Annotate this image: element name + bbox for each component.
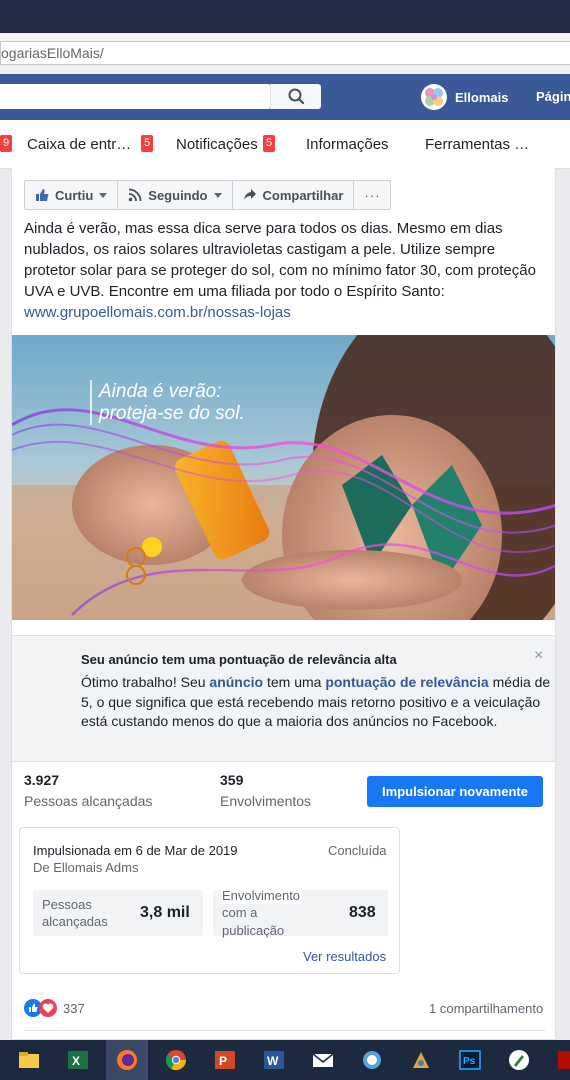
svg-text:Ps: Ps bbox=[463, 1056, 476, 1067]
mail-icon[interactable] bbox=[311, 1048, 335, 1072]
see-results-link[interactable]: Ver resultados bbox=[303, 949, 386, 964]
ad-link[interactable]: anúncio bbox=[209, 674, 263, 690]
boost-again-button[interactable]: Impulsionar novamente bbox=[367, 776, 543, 807]
facebook-top-bar: Ellomais Págin bbox=[0, 74, 570, 120]
notifications-badge: 5 bbox=[263, 135, 275, 152]
address-bar[interactable]: ogariasElloMais/ bbox=[0, 41, 570, 65]
tab-tools[interactable]: Ferramentas … bbox=[425, 136, 529, 153]
paint-icon[interactable] bbox=[409, 1048, 433, 1072]
tab-inbox[interactable]: Caixa de entr… bbox=[27, 136, 131, 153]
word-icon[interactable]: W bbox=[262, 1048, 286, 1072]
profile-link[interactable]: Ellomais bbox=[421, 83, 508, 111]
reach-label: Pessoas alcançadas bbox=[24, 793, 153, 809]
network-icon[interactable] bbox=[360, 1048, 384, 1072]
firefox-icon[interactable] bbox=[115, 1048, 139, 1072]
image-caption-line-2: proteja-se do sol. bbox=[98, 403, 245, 424]
post-actions: Curtiu Seguindo Compartilhar ··· bbox=[24, 180, 392, 210]
photoshop-icon[interactable]: Ps bbox=[458, 1048, 482, 1072]
pen-tool-icon[interactable] bbox=[507, 1048, 531, 1072]
boosted-date: Impulsionada em 6 de Mar de 2019 bbox=[33, 843, 238, 858]
search-button[interactable] bbox=[270, 84, 321, 109]
close-icon[interactable]: × bbox=[534, 647, 543, 665]
follow-button[interactable]: Seguindo bbox=[118, 181, 233, 209]
shares-count[interactable]: 1 compartilhamento bbox=[429, 1001, 543, 1016]
page-subnav: 9 Caixa de entr… 5 Notificações 5 Inform… bbox=[0, 120, 570, 169]
follow-label: Seguindo bbox=[148, 187, 208, 203]
post-card: Curtiu Seguindo Compartilhar ··· Ainda é… bbox=[11, 168, 556, 1040]
page-link[interactable]: Págin bbox=[536, 89, 570, 104]
engagement-value: 359 bbox=[220, 772, 244, 788]
reaction-count: 337 bbox=[63, 1000, 85, 1016]
search-input[interactable] bbox=[0, 84, 270, 109]
like-button[interactable]: Curtiu bbox=[25, 181, 119, 209]
tab-notifications[interactable]: Notificações bbox=[176, 136, 258, 153]
chevron-down-icon bbox=[99, 192, 108, 198]
powerpoint-icon[interactable]: P bbox=[213, 1048, 237, 1072]
profile-name: Ellomais bbox=[455, 89, 509, 105]
post-image[interactable]: Ainda é verão: proteja-se do sol. bbox=[12, 335, 555, 620]
svg-text:W: W bbox=[267, 1054, 279, 1068]
share-label: Compartilhar bbox=[262, 187, 344, 203]
browser-toolbar: ogariasElloMais/ bbox=[0, 33, 570, 75]
metric-reach: Pessoas alcançadas 3,8 mil bbox=[33, 890, 203, 936]
excel-icon[interactable]: X bbox=[66, 1048, 90, 1072]
share-button[interactable]: Compartilhar bbox=[233, 181, 355, 209]
divider bbox=[24, 1030, 545, 1031]
love-reaction-icon bbox=[39, 999, 57, 1017]
post-link[interactable]: www.grupoellomais.com.br/nossas-lojas bbox=[24, 304, 291, 321]
file-explorer-icon[interactable] bbox=[17, 1048, 41, 1072]
rss-icon bbox=[128, 188, 142, 202]
image-caption-line-1: Ainda é verão: bbox=[98, 381, 222, 402]
avatar bbox=[421, 84, 447, 110]
svg-text:X: X bbox=[72, 1054, 80, 1068]
boost-summary: Impulsionada em 6 de Mar de 2019 De Ello… bbox=[19, 827, 400, 974]
reactions-summary[interactable]: 337 bbox=[24, 999, 85, 1017]
more-icon: ··· bbox=[364, 187, 381, 203]
taskbar: X P W Ps bbox=[0, 1040, 570, 1080]
status-badge: Concluída bbox=[328, 843, 387, 858]
window-titlebar bbox=[0, 0, 570, 33]
like-label: Curtiu bbox=[55, 187, 94, 203]
post-text: Ainda é verão, mas essa dica serve para … bbox=[24, 218, 544, 323]
chrome-icon[interactable] bbox=[164, 1048, 188, 1072]
more-options-button[interactable]: ··· bbox=[354, 181, 390, 209]
tab-insights[interactable]: Informações bbox=[306, 136, 389, 153]
engagement-label: Envolvimentos bbox=[220, 793, 312, 809]
notice-title: Seu anúncio tem uma pontuação de relevân… bbox=[81, 652, 397, 667]
relevance-score-link[interactable]: pontuação de relevância bbox=[325, 674, 488, 690]
boosted-by: De Ellomais Adms bbox=[33, 860, 139, 875]
pdf-icon[interactable] bbox=[556, 1048, 570, 1072]
reach-value: 3.927 bbox=[24, 772, 60, 788]
post-body: Ainda é verão, mas essa dica serve para … bbox=[24, 220, 536, 300]
chevron-down-icon bbox=[213, 192, 222, 198]
notification-badge: 9 bbox=[0, 135, 12, 152]
svg-text:P: P bbox=[219, 1054, 227, 1068]
search-icon bbox=[288, 88, 305, 105]
thumbs-up-icon bbox=[36, 189, 49, 201]
relevance-notice: Seu anúncio tem uma pontuação de relevân… bbox=[12, 635, 555, 762]
metric-engagement: Envolvimento com a publicação 838 bbox=[213, 887, 388, 938]
inbox-badge: 5 bbox=[141, 135, 153, 152]
notice-body: Ótimo trabalho! Seu anúncio tem uma pont… bbox=[81, 674, 551, 729]
share-arrow-icon bbox=[243, 189, 256, 200]
